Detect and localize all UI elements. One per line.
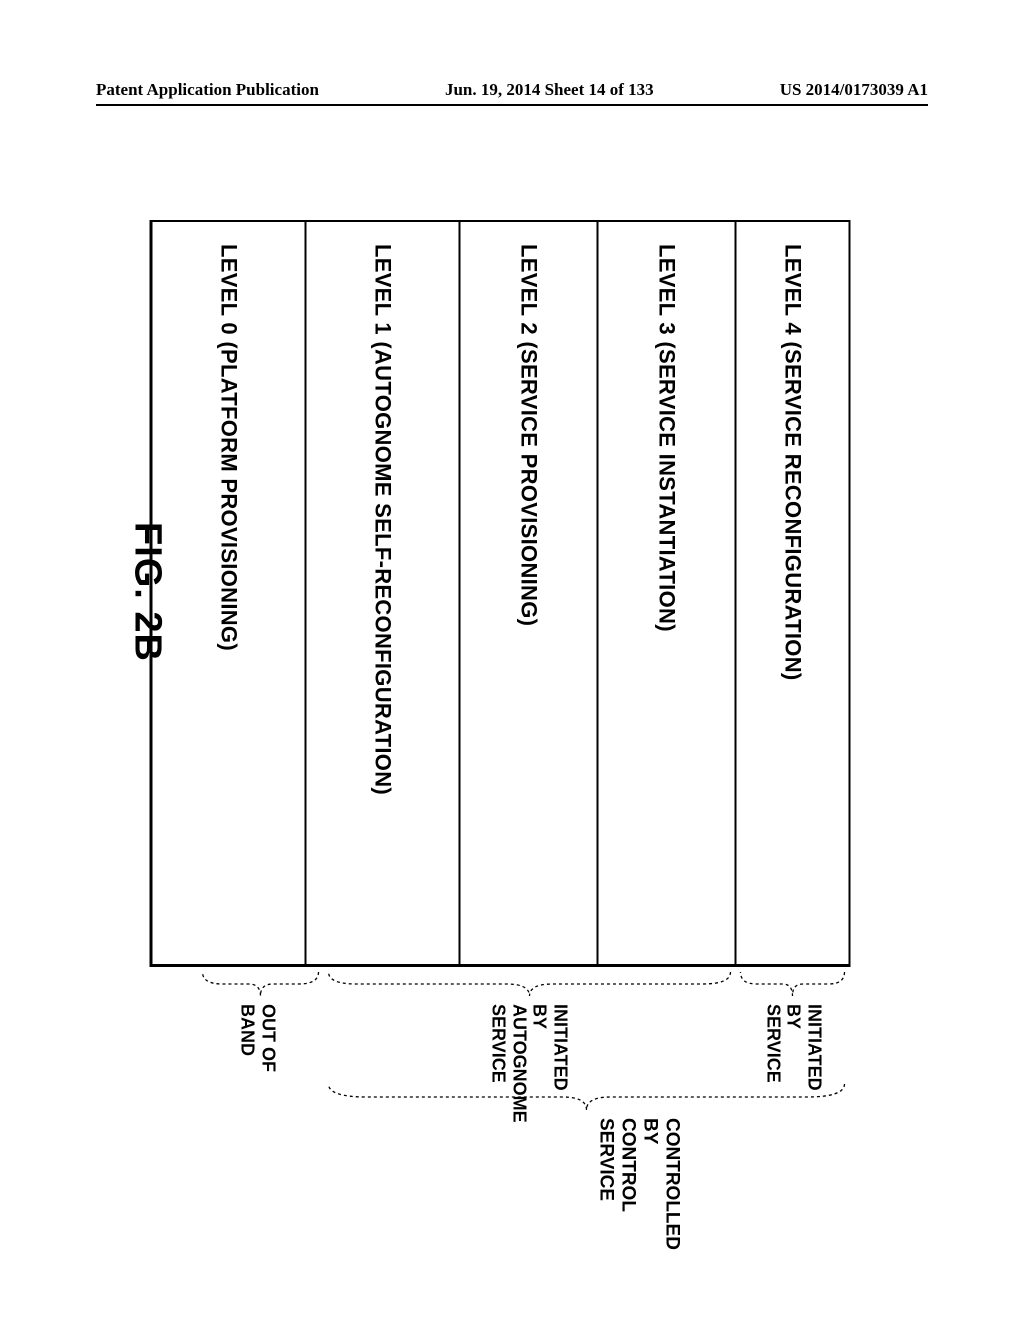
level-3-label: LEVEL 3 (SERVICE INSTANTIATION) [654,244,680,632]
brace-controlled-by-control-service [327,1082,847,1114]
level-2-label: LEVEL 2 (SERVICE PROVISIONING) [516,244,542,626]
level-0-box: LEVEL 0 (PLATFORM PROVISIONING) [153,220,307,964]
header-right: US 2014/0173039 A1 [780,80,928,100]
level-1-label: LEVEL 1 (AUTOGNOME SELF-RECONFIGURATION) [370,244,396,795]
label-out-of-band: OUT OFBAND [237,1004,278,1072]
level-2-box: LEVEL 2 (SERVICE PROVISIONING) [461,220,599,964]
brace-initiated-by-service [739,970,847,1000]
label-controlled-by-control-service: CONTROLLED BYCONTROL SERVICE [595,1118,682,1250]
figure-rotated-wrap: LEVEL 4 (SERVICE RECONFIGURATION) LEVEL … [150,220,851,1180]
level-3-box: LEVEL 3 (SERVICE INSTANTIATION) [599,220,737,964]
brace-initiated-by-autognome [327,970,733,1000]
level-4-box: LEVEL 4 (SERVICE RECONFIGURATION) [737,220,851,964]
level-0-label: LEVEL 0 (PLATFORM PROVISIONING) [216,244,242,651]
page-header: Patent Application Publication Jun. 19, … [96,72,928,106]
inner-brackets-column: INITIATEDBYSERVICE INITIATEDBYAUTOGNOMES… [150,970,851,1074]
figure-2b: LEVEL 4 (SERVICE RECONFIGURATION) LEVEL … [150,220,851,1180]
level-4-label: LEVEL 4 (SERVICE RECONFIGURATION) [780,244,806,681]
patent-page: Patent Application Publication Jun. 19, … [0,0,1024,1320]
figure-caption: FIG. 2B [126,220,169,964]
brace-out-of-band [201,970,321,1000]
header-center: Jun. 19, 2014 Sheet 14 of 133 [445,80,654,100]
level-stack: LEVEL 4 (SERVICE RECONFIGURATION) LEVEL … [150,220,851,967]
label-initiated-by-service: INITIATEDBYSERVICE [762,1004,824,1091]
level-1-box: LEVEL 1 (AUTOGNOME SELF-RECONFIGURATION) [307,220,461,964]
header-left: Patent Application Publication [96,80,319,100]
